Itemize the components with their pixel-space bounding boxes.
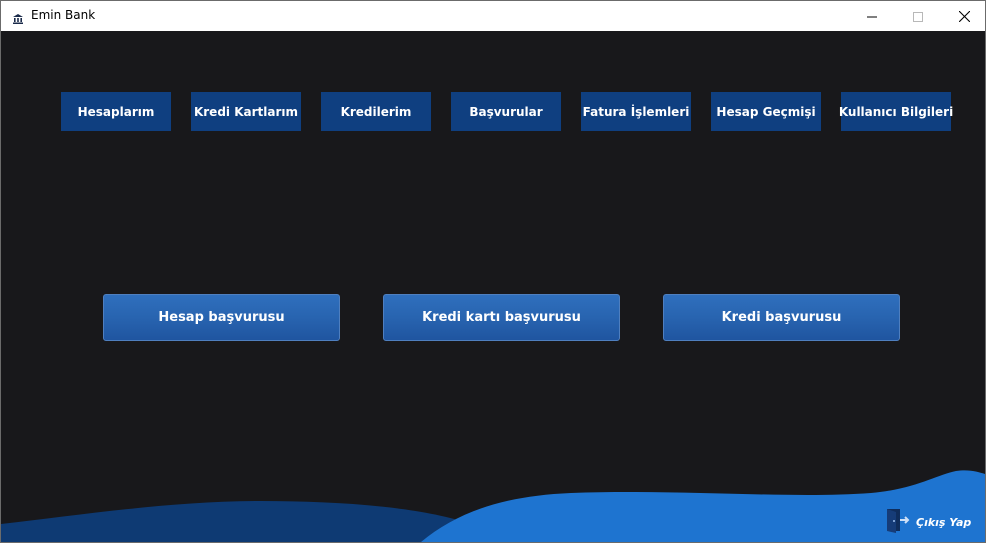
logout-door-icon — [884, 507, 910, 537]
minimize-icon — [867, 7, 877, 26]
minimize-button[interactable] — [849, 1, 895, 31]
logout-label: Çıkış Yap — [916, 515, 972, 529]
title-bar[interactable]: Emin Bank — [1, 1, 985, 31]
window-title: Emin Bank — [31, 8, 96, 22]
maximize-button[interactable] — [895, 1, 941, 31]
main-content: Hesaplarım Kredi Kartlarım Kredilerim Ba… — [1, 31, 985, 542]
logout-button[interactable]: Çıkış Yap — [884, 509, 984, 535]
close-icon — [958, 7, 970, 26]
app-window: Emin Bank Hesaplarım Kredi Kartlarım Kre… — [0, 0, 986, 543]
bank-icon — [12, 10, 24, 24]
dark-wave — [1, 501, 471, 542]
maximize-icon — [913, 7, 923, 26]
close-button[interactable] — [941, 1, 985, 31]
decorative-waves — [1, 470, 985, 542]
